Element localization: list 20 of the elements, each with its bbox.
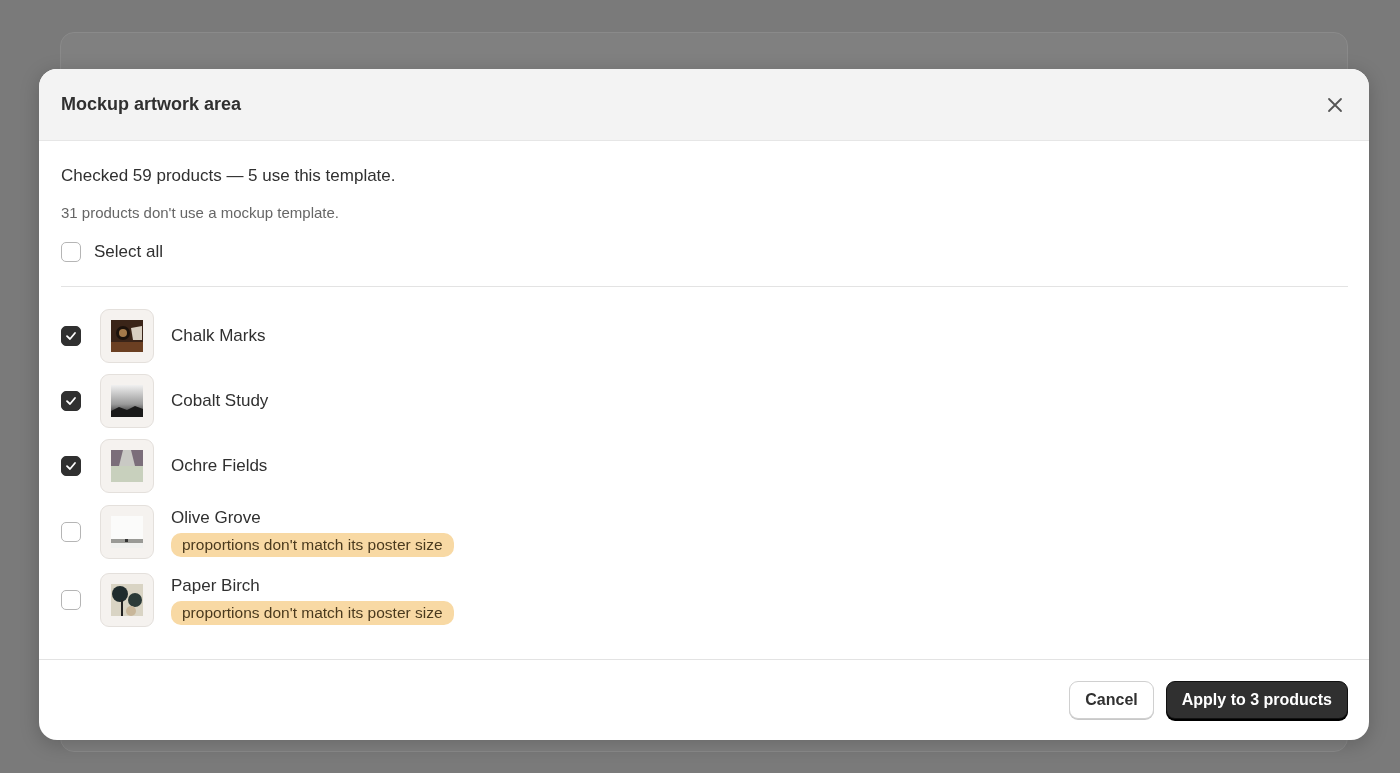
warning-badge: proportions don't match its poster size xyxy=(171,600,454,625)
checkbox[interactable] xyxy=(61,390,81,411)
close-icon xyxy=(1327,96,1343,113)
summary-text: Checked 59 products — 5 use this template. xyxy=(61,165,397,187)
apply-button[interactable]: Apply to 3 products xyxy=(1165,681,1348,719)
checkbox[interactable] xyxy=(61,242,81,262)
checkbox[interactable] xyxy=(61,325,81,346)
cancel-button[interactable]: Cancel xyxy=(1069,681,1154,719)
product-name: Chalk Marks xyxy=(171,325,266,346)
warning-badge: proportions don't match its poster size xyxy=(171,532,454,557)
product-name: Paper Birch xyxy=(171,575,260,596)
select-all-label[interactable]: Select all xyxy=(94,242,163,262)
checkbox[interactable] xyxy=(61,455,81,476)
dialog-title: Mockup artwork area xyxy=(61,94,242,115)
checkbox[interactable] xyxy=(61,590,81,610)
checkbox[interactable] xyxy=(61,522,81,542)
product-name: Cobalt Study xyxy=(171,390,269,411)
product-name: Olive Grove xyxy=(171,507,261,528)
product-name: Ochre Fields xyxy=(171,455,268,476)
note-text: 31 products don't use a mockup template. xyxy=(61,203,341,223)
